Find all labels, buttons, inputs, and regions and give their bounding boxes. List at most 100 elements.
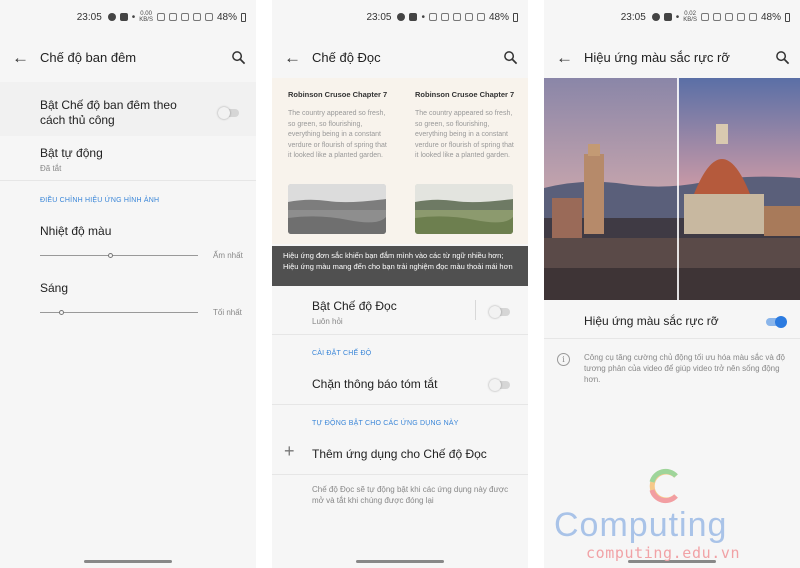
signal-2-icon <box>748 13 757 21</box>
preview-book-text: The country appeared so fresh, so green,… <box>415 110 514 159</box>
battery-icon <box>241 12 246 22</box>
vivid-comparison-image <box>544 78 800 300</box>
manual-night-mode-label: Bật Chế độ ban đêm theo cách thủ công <box>40 98 177 127</box>
signal-icon <box>736 13 745 21</box>
app-notification-icon <box>663 13 672 21</box>
preview-book-text: The country appeared so fresh, so green,… <box>288 110 387 159</box>
gesture-bar[interactable] <box>356 560 444 563</box>
back-arrow-icon[interactable]: ← <box>272 49 312 66</box>
gesture-bar[interactable] <box>84 560 172 563</box>
manual-night-mode-toggle[interactable] <box>218 107 239 119</box>
nfc-icon <box>156 13 165 21</box>
status-time: 23:05 <box>620 11 646 23</box>
night-mode-screen: 23:05 • 0.00 KB/S 48% ← Chế độ ban đêm Bậ… <box>0 0 256 568</box>
section-header-image-effects: ĐIỀU CHỈNH HIỆU ỨNG HÌNH ẢNH <box>40 197 160 204</box>
wifi-icon <box>452 13 461 21</box>
reading-mode-tooltip: Hiệu ứng đơn sắc khiến bạn đắm mình vào … <box>272 246 528 286</box>
brightness-label: Sáng <box>40 281 69 295</box>
page-title: Chế độ ban đêm <box>40 49 137 65</box>
signal-2-icon <box>204 13 213 21</box>
signal-2-icon <box>476 13 485 21</box>
color-temperature-end-label: Ấm nhất <box>213 251 243 260</box>
vivid-colors-label: Hiệu ứng màu sắc rực rỡ <box>584 314 719 328</box>
nfc-icon <box>700 13 709 21</box>
reading-preview: Robinson Crusoe Chapter 7 The country ap… <box>272 78 528 244</box>
preview-color: Robinson Crusoe Chapter 7 The country ap… <box>415 90 515 162</box>
preview-book-title: Robinson Crusoe Chapter 7 <box>288 90 388 99</box>
reading-mode-footer: Chế độ Đọc sẽ tự động bật khi các ứng dụ… <box>312 485 509 505</box>
color-temperature-thumb[interactable] <box>108 253 114 258</box>
battery-icon <box>785 12 790 22</box>
color-temperature-slider[interactable] <box>40 255 198 256</box>
add-app-label: Thêm ứng dụng cho Chế độ Đọc <box>312 447 487 461</box>
enable-reading-mode-sub: Luôn hỏi <box>312 317 343 326</box>
vivid-colors-toggle[interactable] <box>766 316 787 328</box>
page-title: Chế độ Đọc <box>312 49 381 65</box>
network-speed: 0.02 KB/S <box>683 11 697 23</box>
enable-reading-mode-toggle[interactable] <box>489 306 510 318</box>
search-icon[interactable] <box>492 50 528 65</box>
preview-landscape-color-image <box>415 184 513 234</box>
info-icon: i <box>557 353 570 366</box>
manual-night-mode-row[interactable]: Bật Chế độ ban đêm theo cách thủ công <box>0 82 256 136</box>
more-notifications-dot: • <box>675 11 680 23</box>
search-icon[interactable] <box>764 50 800 65</box>
back-arrow-icon[interactable]: ← <box>544 49 584 66</box>
more-notifications-dot: • <box>131 11 136 23</box>
status-time: 23:05 <box>366 11 392 23</box>
block-notifications-toggle[interactable] <box>489 379 510 391</box>
app-notification-icon <box>119 13 128 21</box>
status-time: 23:05 <box>76 11 102 23</box>
app-bar: ← Hiệu ứng màu sắc rực rỡ <box>544 40 800 74</box>
preview-landscape-monochrome-image <box>288 184 386 234</box>
enable-reading-mode-row[interactable]: Bật Chế độ Đọc Luôn hỏi <box>272 292 528 334</box>
signal-icon <box>464 13 473 21</box>
auto-enable-label: Bật tự động <box>40 146 103 160</box>
wifi-icon <box>724 13 733 21</box>
row-separator <box>475 300 476 320</box>
facebook-icon <box>107 13 116 21</box>
divider <box>272 474 528 475</box>
nfc-icon <box>428 13 437 21</box>
back-arrow-icon[interactable]: ← <box>0 49 40 66</box>
status-bar: 23:05 • 48% <box>366 8 518 26</box>
search-icon[interactable] <box>220 50 256 65</box>
more-notifications-dot: • <box>421 11 425 23</box>
block-notifications-row[interactable]: Chặn thông báo tóm tắt <box>272 366 528 404</box>
section-header-auto-apps: TỰ ĐỘNG BẬT CHO CÁC ỨNG DỤNG NÀY <box>312 420 459 427</box>
page-title: Hiệu ứng màu sắc rực rỡ <box>584 49 730 65</box>
block-notifications-label: Chặn thông báo tóm tắt <box>312 377 438 391</box>
mute-icon <box>168 13 177 21</box>
computing-watermark: Computing computing.edu.vn <box>546 466 798 566</box>
watermark-brand: Computing <box>554 506 728 544</box>
status-bar: 23:05 • 0.00 KB/S 48% <box>77 8 246 26</box>
battery-percent: 48% <box>488 11 509 23</box>
app-bar: ← Chế độ ban đêm <box>0 40 256 74</box>
reading-mode-screen: 23:05 • 48% ← Chế độ Đọc Robinson Crusoe… <box>272 0 528 568</box>
status-bar: 23:05 • 0.02 KB/S 48% <box>621 8 790 26</box>
section-header-mode-settings: CÀI ĐẶT CHẾ ĐỘ <box>312 350 372 357</box>
divider <box>272 334 528 335</box>
screenshot-stage: 23:05 • 0.00 KB/S 48% ← Chế độ ban đêm Bậ… <box>0 0 800 568</box>
divider <box>544 338 800 339</box>
computing-logo-icon <box>649 468 678 504</box>
preview-monochrome: Robinson Crusoe Chapter 7 The country ap… <box>288 90 388 162</box>
watermark-url: computing.edu.vn <box>586 544 741 562</box>
color-temperature-label: Nhiệt độ màu <box>40 224 112 238</box>
facebook-icon <box>397 13 406 21</box>
add-app-row[interactable]: + Thêm ứng dụng cho Chế độ Đọc <box>272 436 528 474</box>
signal-icon <box>192 13 201 21</box>
network-speed: 0.00 KB/S <box>139 11 153 23</box>
vivid-colors-row[interactable]: Hiệu ứng màu sắc rực rỡ <box>544 304 800 338</box>
preview-book-title: Robinson Crusoe Chapter 7 <box>415 90 515 99</box>
facebook-icon <box>651 13 660 21</box>
enable-reading-mode-label: Bật Chế độ Đọc <box>312 299 397 313</box>
app-notification-icon <box>409 13 418 21</box>
battery-icon <box>513 12 518 22</box>
brightness-end-label: Tối nhất <box>213 308 242 317</box>
battery-percent: 48% <box>760 11 781 23</box>
vivid-colors-info: Công cụ tăng cường chủ động tối ưu hóa m… <box>584 353 785 384</box>
auto-enable-row[interactable]: Bật tự động Đã tắt <box>0 136 256 180</box>
app-bar: ← Chế độ Đọc <box>272 40 528 74</box>
brightness-thumb[interactable] <box>59 310 65 315</box>
